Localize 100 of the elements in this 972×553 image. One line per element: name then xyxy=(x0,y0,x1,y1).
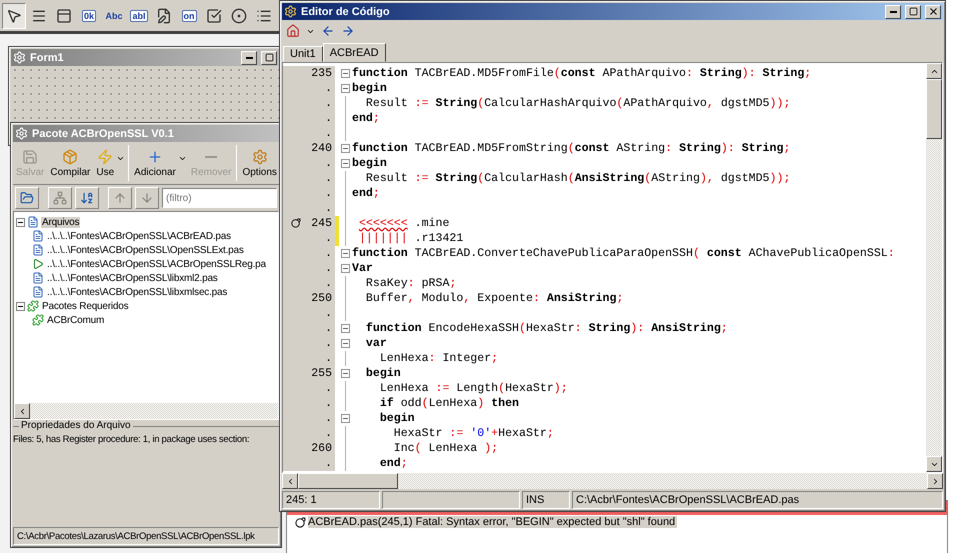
line-number: . xyxy=(325,262,332,275)
filter-field[interactable]: (filtro) xyxy=(162,188,277,208)
window-title-bar: Form1 xyxy=(11,49,279,66)
home-icon xyxy=(286,24,300,38)
maximize-icon xyxy=(264,53,274,62)
sort-icon xyxy=(80,191,94,205)
toolbar-button[interactable]: Compilar xyxy=(47,142,94,184)
tree-item[interactable]: ACBrComum xyxy=(46,314,106,326)
palette-item[interactable]: Abc xyxy=(102,2,126,28)
arrow-up-icon xyxy=(113,191,127,205)
code-line: end; xyxy=(352,111,380,126)
maximize-button[interactable] xyxy=(905,4,921,18)
code-line: end; xyxy=(378,456,408,471)
minimize-button[interactable] xyxy=(885,4,901,18)
fold-icon[interactable] xyxy=(341,159,350,168)
line-number: 240 xyxy=(311,142,332,155)
scroll-thumb[interactable] xyxy=(926,79,942,139)
code-line: Var xyxy=(352,261,373,276)
pointer-icon xyxy=(6,8,22,24)
fold-icon[interactable] xyxy=(341,414,350,423)
toolbar-button[interactable]: Options xyxy=(239,142,280,184)
line-number: . xyxy=(325,412,332,425)
code-line: if odd(LenHexa) then xyxy=(378,396,520,411)
line-number: . xyxy=(325,337,332,350)
code-line: Result := String(CalcularHashArquivo(APathArquivo, dgstMD5)); xyxy=(364,96,790,111)
code-line: begin xyxy=(364,366,401,381)
scrollbar[interactable] xyxy=(14,403,278,419)
file-icon xyxy=(32,272,44,284)
tool-button[interactable] xyxy=(15,187,39,209)
window-title-bar: Editor de Código xyxy=(282,3,943,20)
tool-button[interactable] xyxy=(75,187,99,209)
fold-icon[interactable] xyxy=(341,264,350,273)
code-line: <<<<<<< .mine xyxy=(358,216,450,231)
tree-item[interactable]: ..\..\..\Fontes\ACBrOpenSSL\ACBrEAD.pas xyxy=(46,230,232,242)
toolbar-button[interactable]: Adicionar xyxy=(131,142,188,184)
tree-item[interactable]: Arquivos xyxy=(41,216,80,228)
code-line: begin xyxy=(352,81,387,96)
fold-icon[interactable] xyxy=(341,324,350,333)
collapse-icon[interactable] xyxy=(16,302,25,310)
line-number: 245 xyxy=(311,217,332,230)
scrollbar[interactable] xyxy=(282,473,943,489)
group-title: Propriedades do Arquivo xyxy=(19,420,133,431)
fold-icon[interactable] xyxy=(341,69,350,78)
menu-icon xyxy=(31,8,47,24)
status-bar: C:\Acbr\Pacotes\Lazarus\ACBrOpenSSL\ACBrOpenSSL.lpk xyxy=(13,527,279,545)
save-icon xyxy=(22,148,38,164)
palette-item[interactable]: abI xyxy=(127,2,151,28)
home-button[interactable] xyxy=(285,23,301,39)
line-number: . xyxy=(325,127,332,140)
tree-icon xyxy=(53,191,67,205)
app-icon xyxy=(13,51,26,64)
scroll-thumb[interactable] xyxy=(298,473,398,489)
caret-icon[interactable] xyxy=(178,154,187,163)
toolbar-button[interactable]: Use xyxy=(93,142,126,184)
code-line: begin xyxy=(378,411,415,426)
collapse-icon[interactable] xyxy=(16,218,25,226)
editor-tab[interactable]: ACBrEAD xyxy=(322,43,386,62)
fold-icon[interactable] xyxy=(341,84,350,93)
tree-item[interactable]: ..\..\..\Fontes\ACBrOpenSSL\libxml2.pas xyxy=(46,272,219,284)
code-line: Result := String(CalcularHash(AnsiString(AString), dgstMD5)); xyxy=(364,171,790,186)
line-number: . xyxy=(325,232,332,245)
minimize-button[interactable] xyxy=(241,50,257,64)
maximize-button[interactable] xyxy=(261,50,277,64)
minimize-icon xyxy=(246,56,252,58)
tree-item[interactable]: ..\..\..\Fontes\ACBrOpenSSL\libxmlsec.pas xyxy=(46,286,228,298)
fold-icon[interactable] xyxy=(341,339,350,348)
code-line: LenHexa: Integer; xyxy=(378,351,498,366)
tree-item[interactable]: Pacotes Requeridos xyxy=(41,300,130,312)
fold-icon[interactable] xyxy=(341,249,350,258)
file-path: C:\Acbr\Fontes\ACBrOpenSSL\ACBrEAD.pas xyxy=(572,491,943,509)
palette-item[interactable]: 0k xyxy=(77,2,101,28)
puzzle-icon xyxy=(32,314,44,326)
scrollbar[interactable] xyxy=(926,63,942,472)
line-number: . xyxy=(325,247,332,260)
properties-text: Files: 5, has Register procedure: 1, in package uses section: xyxy=(13,434,250,445)
file-icon xyxy=(32,244,44,256)
line-number: 260 xyxy=(311,442,332,455)
fold-icon[interactable] xyxy=(341,144,350,153)
bomb-icon xyxy=(295,516,306,528)
palette-item[interactable]: on xyxy=(177,2,201,28)
code-line: function EncodeHexaSSH(HexaStr: String): AnsiString; xyxy=(364,321,728,336)
list-icon xyxy=(256,8,272,24)
palette-item[interactable] xyxy=(2,2,26,28)
caret-icon[interactable] xyxy=(116,154,126,163)
window-title-bar: Pacote ACBrOpenSSL V0.1 xyxy=(13,125,279,142)
code-line: HexaStr := '0'+HexaStr; xyxy=(392,426,554,441)
line-number: . xyxy=(325,307,332,320)
lightning-icon xyxy=(97,148,114,164)
tree-item[interactable]: ..\..\..\Fontes\ACBrOpenSSL\ACBrOpenSSLReg.pa xyxy=(46,258,267,270)
tree-item[interactable]: ..\..\..\Fontes\ACBrOpenSSL\OpenSSLExt.pas xyxy=(46,244,245,256)
message-item[interactable]: ACBrEAD.pas(245,1) Fatal: Syntax error, "BEGIN" expected but "shl" found xyxy=(308,516,678,528)
insert-mode: INS xyxy=(522,491,570,509)
cursor-position: 245: 1 xyxy=(282,491,380,509)
radio-icon xyxy=(231,8,247,24)
code-editor[interactable] xyxy=(282,62,943,473)
line-number: . xyxy=(325,172,332,185)
editor-tab[interactable]: Unit1 xyxy=(283,46,323,62)
fold-icon[interactable] xyxy=(341,369,350,378)
line-number: . xyxy=(325,322,332,335)
close-button[interactable] xyxy=(925,4,941,18)
